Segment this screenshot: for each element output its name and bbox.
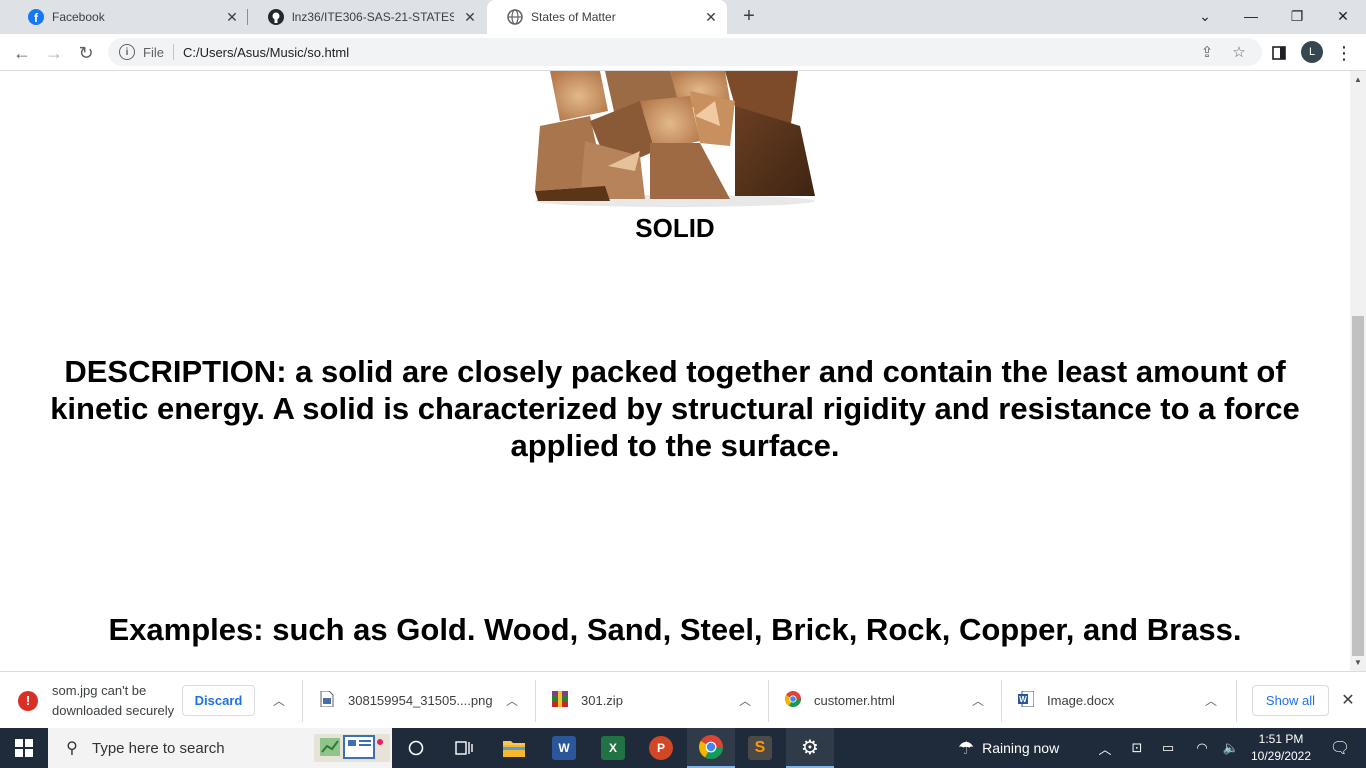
address-divider (172, 44, 174, 60)
sublime-text-app-icon[interactable]: S (736, 728, 784, 768)
description-text: DESCRIPTION: a solid are closely packed … (50, 354, 1300, 463)
tab-facebook[interactable]: f Facebook ✕ (8, 0, 248, 34)
minimize-icon[interactable]: — (1239, 4, 1263, 28)
bookmark-star-icon[interactable]: ☆ (1230, 43, 1248, 61)
github-icon (268, 9, 284, 25)
scroll-up-icon[interactable]: ▲ (1354, 75, 1362, 84)
wifi-icon[interactable]: ◠ (1190, 728, 1214, 768)
info-icon[interactable]: i (119, 44, 135, 60)
settings-app-icon[interactable]: ⚙ (786, 728, 834, 768)
close-window-icon[interactable]: ✕ (1331, 4, 1355, 28)
browser-toolbar: ← → ↻ i File C:/Users/Asus/Music/so.html… (0, 34, 1366, 71)
zip-file-icon (552, 691, 568, 710)
tab-strip: f Facebook ✕ lnz36/ITE306-SAS-21-STATES-… (0, 0, 1366, 34)
warning-line-2: downloaded securely (52, 702, 175, 718)
download-filename: 301.zip (581, 693, 623, 708)
divider (1236, 680, 1237, 722)
umbrella-rain-icon: ☂ (958, 737, 975, 758)
vertical-scrollbar[interactable]: ▲ ▼ (1350, 71, 1366, 671)
tab-title: Facebook (52, 10, 105, 24)
png-file-icon (320, 690, 334, 710)
cortana-icon[interactable] (392, 728, 440, 768)
download-filename: 308159954_31505....png (348, 693, 493, 708)
volume-icon[interactable]: 🔈 (1219, 728, 1243, 768)
word-app-icon[interactable]: W (540, 728, 588, 768)
weather-text: Raining now (982, 740, 1060, 756)
download-item[interactable]: 301.zip (552, 672, 623, 729)
chrome-html-icon (785, 691, 801, 710)
powerpoint-app-icon[interactable]: P (637, 728, 685, 768)
clock-time: 1:51 PM (1258, 732, 1304, 746)
scroll-down-icon[interactable]: ▼ (1354, 658, 1362, 667)
divider (302, 680, 303, 722)
tab-title: lnz36/ITE306-SAS-21-STATES-OF (292, 10, 454, 24)
tab-title: States of Matter (531, 10, 616, 24)
system-clock[interactable]: 1:51 PM 10/29/2022 (1246, 731, 1316, 765)
divider (1001, 680, 1002, 722)
divider (535, 680, 536, 722)
download-item[interactable]: customer.html (785, 672, 895, 729)
back-icon[interactable]: ← (10, 41, 34, 65)
close-tab-icon[interactable]: ✕ (462, 9, 478, 25)
close-tab-icon[interactable]: ✕ (224, 9, 240, 25)
chevron-up-icon[interactable]: ︿ (968, 690, 988, 710)
close-tab-icon[interactable]: ✕ (703, 9, 719, 25)
show-hidden-icons-chevron-icon[interactable]: ︿ (1093, 728, 1117, 768)
chevron-up-icon[interactable]: ︿ (1201, 690, 1221, 710)
excel-app-icon[interactable]: X (589, 728, 637, 768)
warning-line-1: som.jpg can't be (52, 682, 147, 698)
new-tab-icon[interactable]: + (738, 5, 760, 27)
meet-now-icon[interactable]: ⊡ (1125, 728, 1149, 768)
download-shelf: ! som.jpg can't be downloaded securely D… (0, 671, 1366, 728)
chevron-up-icon[interactable]: ︿ (502, 690, 522, 710)
page-content: SOLID DESCRIPTION: a solid are closely p… (0, 71, 1350, 671)
tab-github[interactable]: lnz36/ITE306-SAS-21-STATES-OF ✕ (248, 0, 486, 34)
address-bar[interactable]: i File C:/Users/Asus/Music/so.html ⇪ ☆ (108, 38, 1262, 66)
chevron-up-icon[interactable]: ︿ (735, 690, 755, 710)
error-icon: ! (18, 690, 38, 711)
download-item[interactable]: W Image.docx (1018, 672, 1114, 729)
download-filename: Image.docx (1047, 693, 1115, 708)
chevron-up-icon[interactable]: ︿ (269, 690, 289, 710)
tab-search-chevron-icon[interactable]: ⌄ (1193, 4, 1217, 28)
address-url[interactable]: C:/Users/Asus/Music/so.html (183, 45, 349, 60)
close-download-bar-icon[interactable]: ✕ (1338, 690, 1358, 710)
file-explorer-icon[interactable] (490, 728, 538, 768)
search-highlight-illustration-icon (314, 732, 390, 764)
share-icon[interactable]: ⇪ (1198, 43, 1216, 61)
download-warning: ! som.jpg can't be downloaded securely (18, 672, 174, 729)
search-placeholder: Type here to search (92, 739, 225, 757)
examples-text: Examples: such as Gold. Wood, Sand, Stee… (108, 612, 1242, 647)
windows-start-icon[interactable] (0, 728, 48, 768)
globe-icon (507, 9, 523, 25)
profile-avatar[interactable]: L (1301, 41, 1323, 63)
menu-kebab-icon[interactable]: ⋮ (1332, 41, 1356, 65)
side-panel-icon[interactable] (1267, 41, 1291, 65)
battery-icon[interactable]: ▭ (1156, 728, 1180, 768)
divider (768, 680, 769, 722)
windows-taskbar: ⚲ Type here to search W X P S ⚙ ☂ Rainin… (0, 728, 1366, 768)
notification-center-icon[interactable]: 🗨 (1320, 728, 1360, 768)
weather-widget[interactable]: ☂ Raining now (958, 728, 1059, 768)
search-icon: ⚲ (66, 740, 78, 757)
svg-text:W: W (1019, 695, 1027, 704)
download-item[interactable]: 308159954_31505....png (320, 672, 493, 729)
scrollbar-thumb[interactable] (1352, 316, 1364, 656)
reload-icon[interactable]: ↻ (74, 41, 98, 65)
tab-states-of-matter[interactable]: States of Matter ✕ (487, 0, 727, 34)
discard-button[interactable]: Discard (182, 685, 255, 716)
download-filename: customer.html (814, 693, 895, 708)
show-all-button[interactable]: Show all (1252, 685, 1329, 716)
task-view-icon[interactable] (440, 728, 488, 768)
chrome-app-icon[interactable] (687, 728, 735, 768)
page-heading: SOLID (635, 213, 715, 243)
address-scheme: File (143, 44, 164, 60)
facebook-icon: f (28, 9, 44, 25)
restore-icon[interactable]: ❐ (1285, 4, 1309, 28)
clock-date: 10/29/2022 (1250, 749, 1312, 763)
taskbar-search[interactable]: ⚲ Type here to search (48, 728, 392, 768)
firewood-image (530, 71, 820, 207)
word-file-icon: W (1018, 690, 1035, 710)
forward-icon[interactable]: → (42, 41, 66, 65)
